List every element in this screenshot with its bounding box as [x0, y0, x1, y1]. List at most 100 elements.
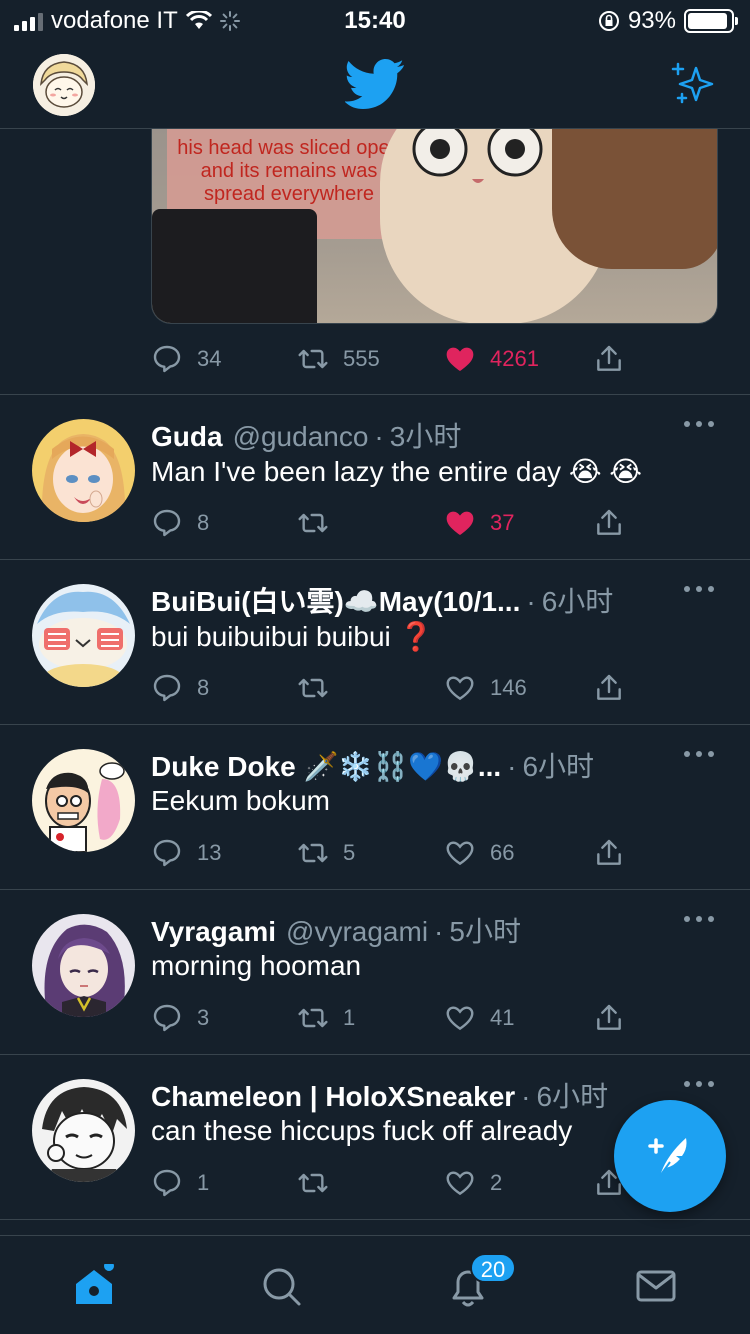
top-nav	[0, 42, 750, 129]
like-count: 146	[490, 675, 527, 700]
username[interactable]: @gudanco	[233, 421, 369, 453]
compose-tweet-button[interactable]	[614, 1100, 726, 1212]
retweet-icon	[298, 513, 328, 533]
reply-button[interactable]: 8	[151, 668, 209, 708]
retweet-button[interactable]	[297, 503, 343, 543]
media-caption: his head was sliced open and its remains…	[177, 137, 401, 205]
avatar[interactable]	[32, 584, 135, 687]
reply-button[interactable]: 34	[151, 339, 221, 379]
heart-filled-icon	[446, 347, 474, 371]
search-icon[interactable]	[259, 1264, 303, 1308]
avatar[interactable]	[32, 914, 135, 1017]
reply-icon	[153, 509, 181, 537]
share-button[interactable]	[593, 833, 625, 873]
avatar-image	[32, 1079, 135, 1182]
like-count: 41	[490, 1005, 515, 1030]
share-icon	[597, 839, 621, 865]
battery-fill	[688, 13, 728, 29]
tweet-actions: 1 2	[151, 1163, 651, 1203]
retweet-button[interactable]: 1	[297, 998, 355, 1038]
sparkle-icon[interactable]	[670, 60, 718, 108]
timeline-feed[interactable]: his head was sliced open and its remains…	[0, 129, 750, 1235]
profile-avatar[interactable]	[33, 54, 95, 116]
tweet-actions: 8 37	[151, 503, 651, 543]
media-dark-object	[152, 209, 317, 323]
reply-icon	[153, 345, 181, 373]
retweet-icon	[298, 843, 328, 863]
more-options-icon[interactable]	[684, 914, 714, 924]
share-button[interactable]	[593, 339, 625, 379]
tweet-actions: 13 5 66	[151, 833, 651, 873]
like-button[interactable]: 37	[444, 503, 514, 543]
display-name[interactable]: Chameleon | HoloXSneaker	[151, 1081, 515, 1113]
like-count: 66	[490, 840, 515, 865]
reply-button[interactable]: 1	[151, 1163, 209, 1203]
media-glasses	[412, 129, 543, 183]
reply-icon	[153, 839, 181, 867]
retweet-button[interactable]: 555	[297, 339, 380, 379]
retweet-button[interactable]	[297, 1163, 343, 1203]
tweet-text: Eekum bokum	[151, 785, 330, 816]
tweet-header: Chameleon | HoloXSneaker · 6小时	[151, 1075, 670, 1115]
share-icon	[597, 1004, 621, 1030]
like-button[interactable]: 146	[444, 668, 527, 708]
share-button[interactable]	[593, 998, 625, 1038]
avatar[interactable]	[32, 1079, 135, 1182]
like-button[interactable]: 66	[444, 833, 514, 873]
more-options-icon[interactable]	[684, 749, 714, 759]
separator-dot: ·	[507, 751, 517, 782]
tweet[interactable]: BuiBui(白い雲)☁️May(10/1... · 6小时 bui buibu…	[0, 559, 750, 724]
username[interactable]: @vyragami	[286, 916, 428, 948]
display-name[interactable]: Duke Doke 🗡️❄️⛓️💙💀...	[151, 750, 501, 783]
tweet[interactable]: Vyragami @vyragami · 5小时 morning hooman …	[0, 889, 750, 1054]
tweet[interactable]: Guda @gudanco · 3小时 Man I've been lazy t…	[0, 394, 750, 559]
more-options-icon[interactable]	[684, 419, 714, 429]
timestamp: 6小时	[541, 586, 614, 617]
reply-count: 3	[197, 1005, 210, 1030]
reply-button[interactable]: 8	[151, 503, 209, 543]
share-icon	[597, 509, 621, 535]
display-name[interactable]: Vyragami	[151, 916, 276, 948]
heart-outline-icon	[446, 841, 474, 866]
avatar[interactable]	[32, 749, 135, 852]
retweet-button[interactable]: 5	[297, 833, 355, 873]
share-button[interactable]	[593, 503, 625, 543]
timestamp: 5小时	[449, 916, 521, 947]
home-icon[interactable]	[72, 1264, 116, 1308]
battery-icon	[684, 9, 738, 33]
retweet-count: 1	[343, 1005, 356, 1030]
status-right: 93%	[598, 7, 738, 35]
tweet[interactable]: Duke Doke 🗡️❄️⛓️💙💀... · 6小时 Eekum bokum …	[0, 724, 750, 889]
separator-dot: ·	[526, 586, 536, 617]
like-count: 4261	[490, 346, 539, 371]
reply-button[interactable]: 13	[151, 833, 221, 873]
avatar-image	[32, 749, 135, 852]
heart-filled-icon	[446, 511, 474, 535]
reply-count: 8	[197, 510, 210, 535]
twitter-bird-icon[interactable]	[345, 58, 405, 110]
separator-dot: ·	[434, 916, 444, 947]
share-button[interactable]	[593, 668, 625, 708]
battery-percent: 93%	[627, 7, 676, 34]
avatar-image	[32, 419, 135, 522]
more-options-icon[interactable]	[684, 584, 714, 594]
retweet-button[interactable]	[297, 668, 343, 708]
tweet-actions: 8 146	[151, 668, 651, 708]
tweet-media-image[interactable]: his head was sliced open and its remains…	[151, 129, 718, 324]
more-options-icon[interactable]	[684, 1079, 714, 1089]
heart-outline-icon	[446, 676, 474, 701]
status-bar: vodafone IT 15:40 93%	[0, 0, 750, 42]
avatar-image	[32, 584, 135, 687]
tweet-header: Guda @gudanco · 3小时	[151, 415, 670, 455]
messages-icon[interactable]	[634, 1264, 678, 1308]
like-button[interactable]: 2	[444, 1163, 502, 1203]
reply-button[interactable]: 3	[151, 998, 209, 1038]
bottom-tab-bar: 20	[0, 1235, 750, 1334]
avatar[interactable]	[32, 419, 135, 522]
display-name[interactable]: BuiBui(白い雲)☁️May(10/1...	[151, 580, 520, 620]
tweet-header: Duke Doke 🗡️❄️⛓️💙💀... · 6小时	[151, 745, 670, 785]
timestamp: 6小时	[536, 1081, 609, 1112]
like-button[interactable]: 4261	[444, 339, 539, 379]
like-button[interactable]: 41	[444, 998, 514, 1038]
display-name[interactable]: Guda	[151, 421, 223, 453]
